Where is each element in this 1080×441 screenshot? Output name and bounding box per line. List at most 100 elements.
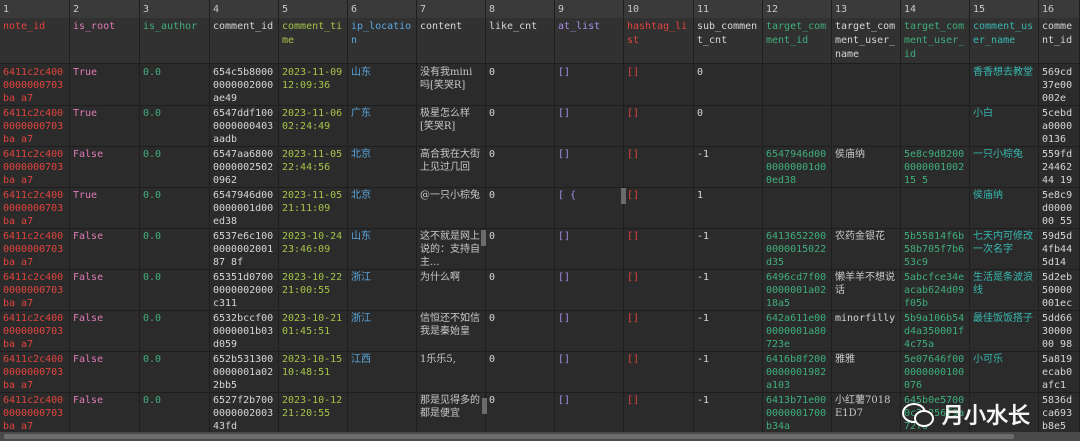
cell-sub-comment-cnt[interactable]: -1 — [694, 310, 763, 351]
cell-ip-location[interactable]: 山东 — [348, 64, 417, 105]
cell-target-comment-id[interactable]: 642a611e000000001a80723e — [763, 310, 832, 351]
cell-sub-comment-cnt[interactable]: 1 — [694, 187, 763, 228]
cell-content[interactable]: 这不就是网上说的：支持自主... — [417, 228, 486, 269]
cell-target-comment-id[interactable]: 6416b8f2000000001982a103 — [763, 351, 832, 392]
cell-like-cnt[interactable]: 0 — [486, 187, 555, 228]
column-header-at-list[interactable]: at_list — [555, 18, 624, 63]
cell-content[interactable]: 那是见得多的都是便宜 — [417, 392, 486, 433]
cell-ip-location[interactable]: 江西 — [348, 351, 417, 392]
cell-like-cnt[interactable]: 0 — [486, 310, 555, 351]
cell-content[interactable]: @一只小棕兔 — [417, 187, 486, 228]
column-header-target-comment-user-name[interactable]: target_comment_user_name — [832, 18, 901, 63]
cell-target-comment-id[interactable]: 6413b71e000000001700b34a — [763, 392, 832, 433]
cell-target-comment-id[interactable]: 64136522000000015022d35 — [763, 228, 832, 269]
cell-hashtag-list[interactable]: [] — [624, 105, 694, 146]
cell-comment-id[interactable]: 5d2eb50000001ec — [1039, 269, 1080, 310]
cell-comment-user-name[interactable]: 香香想去教堂 — [970, 64, 1039, 105]
cell-sub-comment-cnt[interactable]: -1 — [694, 351, 763, 392]
cell-target-comment-id[interactable]: 6547946d0000000001d00ed38 — [763, 146, 832, 187]
cell-is-author[interactable]: 0.0 — [140, 351, 210, 392]
column-header-comment-time[interactable]: comment_time — [279, 18, 348, 63]
table-row[interactable]: 6411c2c4000000000703ba a7 False 0.0 652b531… — [0, 351, 1080, 393]
cell-target-comment-user-name[interactable]: 雅雅 — [832, 351, 901, 392]
cell-sub-comment-cnt[interactable]: 0 — [694, 64, 763, 105]
cell-at-list[interactable]: [] — [555, 351, 624, 392]
column-header-hashtag-list[interactable]: hashtag_list — [624, 18, 694, 63]
cell-at-list[interactable]: [] — [555, 392, 624, 433]
cell-hashtag-list[interactable]: [] — [624, 310, 694, 351]
cell-note-id[interactable]: 6411c2c4000000000703ba a7 — [0, 228, 70, 269]
scrollbar-thumb[interactable] — [4, 434, 1014, 439]
cell-at-list[interactable]: [] — [555, 228, 624, 269]
column-header-sub-comment-cnt[interactable]: sub_comment_cnt — [694, 18, 763, 63]
table-row[interactable]: 6411c2c4000000000703ba a7 True 0.0 654c5b80… — [0, 64, 1080, 106]
cell-is-root[interactable]: False — [70, 310, 140, 351]
cell-target-comment-user-id[interactable] — [901, 105, 970, 146]
cell-target-comment-id[interactable]: 6496cd7f000000001a0218a5 — [763, 269, 832, 310]
cell-target-comment-user-name[interactable]: minorfilly — [832, 310, 901, 351]
cell-comment-id[interactable]: 5cebda00000136 — [1039, 105, 1080, 146]
cell-ip-location[interactable]: 广东 — [348, 105, 417, 146]
cell-comment-time[interactable]: 2023-11-09 12:09:36 — [279, 64, 348, 105]
cell-ip-location[interactable]: 北京 — [348, 146, 417, 187]
cell-is-root[interactable]: False — [70, 351, 140, 392]
cell-comment-id[interactable]: 5dd663000000 98 — [1039, 310, 1080, 351]
cell-comment-time[interactable]: 2023-10-24 23:46:09 — [279, 228, 348, 269]
cell-comment-id[interactable]: 6527f2b700000000200343fd — [210, 392, 279, 433]
cell-content[interactable]: 为什么啊 — [417, 269, 486, 310]
cell-hashtag-list[interactable]: [] — [624, 146, 694, 187]
cell-is-root[interactable]: False — [70, 269, 140, 310]
column-header-comment-user-name[interactable]: comment_user_name — [970, 18, 1039, 63]
column-header-ip-location[interactable]: ip_location — [348, 18, 417, 63]
cell-is-root[interactable]: False — [70, 146, 140, 187]
cell-is-author[interactable]: 0.0 — [140, 64, 210, 105]
cell-at-list[interactable]: [] — [555, 64, 624, 105]
cell-comment-user-name[interactable]: 一只小棕兔 — [970, 146, 1039, 187]
cell-ip-location[interactable]: 浙江 — [348, 269, 417, 310]
table-row[interactable]: 6411c2c4000000000703ba a7 False 0.0 6547aa6… — [0, 146, 1080, 188]
cell-ip-location[interactable]: 北京 — [348, 187, 417, 228]
cell-note-id[interactable]: 6411c2c4000000000703ba a7 — [0, 146, 70, 187]
cell-target-comment-user-name[interactable] — [832, 187, 901, 228]
cell-like-cnt[interactable]: 0 — [486, 64, 555, 105]
cell-comment-time[interactable]: 2023-10-21 01:45:51 — [279, 310, 348, 351]
cell-at-list[interactable]: [] — [555, 105, 624, 146]
cell-target-comment-id[interactable] — [763, 64, 832, 105]
cell-is-root[interactable]: True — [70, 187, 140, 228]
cell-comment-id[interactable]: 6537e6c100000000200187 8f — [210, 228, 279, 269]
cell-hashtag-list[interactable]: [] — [624, 187, 694, 228]
cell-note-id[interactable]: 6411c2c4000000000703ba a7 — [0, 351, 70, 392]
cell-target-comment-user-name[interactable] — [832, 105, 901, 146]
table-row[interactable]: 6411c2c4000000000703ba a7 True 0.0 6547ddf1… — [0, 105, 1080, 147]
cell-is-author[interactable]: 0.0 — [140, 269, 210, 310]
cell-like-cnt[interactable]: 0 — [486, 351, 555, 392]
cell-comment-id[interactable]: 6547aa680000000025020962 — [210, 146, 279, 187]
cell-like-cnt[interactable]: 0 — [486, 105, 555, 146]
table-row[interactable]: 6411c2c4000000000703ba a7 False 0.0 6537e6c… — [0, 228, 1080, 270]
cell-target-comment-id[interactable] — [763, 187, 832, 228]
cell-target-comment-user-name[interactable] — [832, 64, 901, 105]
column-header-is-root[interactable]: is_root — [70, 18, 140, 63]
cell-comment-id[interactable]: 5836dca693b8e5 — [1039, 392, 1080, 433]
cell-is-author[interactable]: 0.0 — [140, 310, 210, 351]
cell-sub-comment-cnt[interactable]: -1 — [694, 146, 763, 187]
cell-comment-id[interactable]: 6547946d000000001d00ed38 — [210, 187, 279, 228]
cell-comment-id[interactable]: 6547ddf1000000000403aadb — [210, 105, 279, 146]
cell-target-comment-user-id[interactable]: 5abcfce34eacab624d09f05b — [901, 269, 970, 310]
column-header-comment-id[interactable]: comment_id — [1039, 18, 1080, 63]
cell-like-cnt[interactable]: 0 — [486, 146, 555, 187]
cell-content[interactable]: 极星怎么样[笑哭R] — [417, 105, 486, 146]
cell-target-comment-user-name[interactable]: 侯庙纳 — [832, 146, 901, 187]
cell-ip-location[interactable]: 浙江 — [348, 310, 417, 351]
cell-is-root[interactable]: False — [70, 392, 140, 433]
cell-comment-user-name[interactable]: 侯庙纳 — [970, 187, 1039, 228]
cell-content[interactable]: 1乐乐5, — [417, 351, 486, 392]
table-row[interactable]: 6411c2c4000000000703ba a7 False 0.0 65351d0… — [0, 269, 1080, 311]
cell-is-author[interactable]: 0.0 — [140, 187, 210, 228]
cell-target-comment-user-name[interactable]: 农药金银花 — [832, 228, 901, 269]
cell-at-list[interactable]: [ { — [555, 187, 624, 228]
cell-comment-id[interactable]: 5e8c9d000000 55 — [1039, 187, 1080, 228]
cell-target-comment-user-id[interactable]: 5e07646f000000000100076 — [901, 351, 970, 392]
cell-hashtag-list[interactable]: [] — [624, 269, 694, 310]
cell-comment-time[interactable]: 2023-11-05 21:11:09 — [279, 187, 348, 228]
